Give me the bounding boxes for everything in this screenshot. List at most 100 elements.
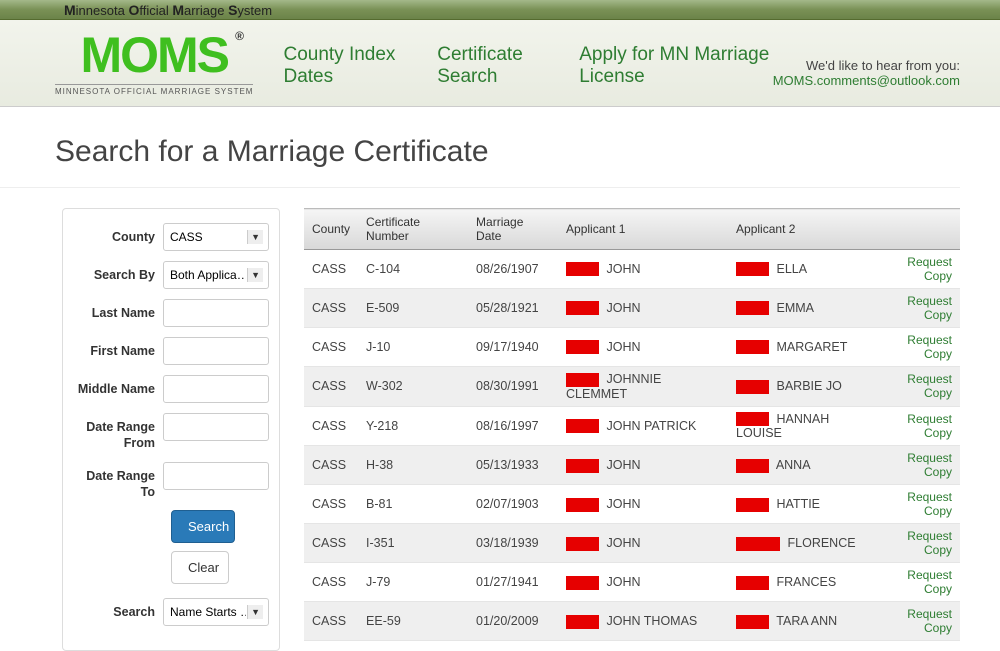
redaction-block <box>566 373 599 387</box>
cell-county: CASS <box>304 328 358 367</box>
request-copy-link[interactable]: Request Copy <box>907 451 952 479</box>
redaction-block <box>736 459 769 473</box>
request-copy-link[interactable]: Request Copy <box>907 412 952 440</box>
header: MOMS ® MINNESOTA OFFICIAL MARRIAGE SYSTE… <box>0 20 1000 107</box>
cell-certificate: H-38 <box>358 446 468 485</box>
cell-applicant1: JOHN <box>558 289 728 328</box>
redaction-block <box>566 301 599 315</box>
nav: County Index Dates Certificate Search Ap… <box>283 44 772 96</box>
cell-applicant2: MARGARET <box>728 328 880 367</box>
th-date[interactable]: Marriage Date <box>468 209 558 250</box>
dateto-input[interactable] <box>163 462 269 490</box>
nav-apply-license[interactable]: Apply for MN Marriage License <box>579 44 772 88</box>
redaction-block <box>736 301 769 315</box>
datefrom-input[interactable] <box>163 413 269 441</box>
cell-applicant1: JOHN <box>558 250 728 289</box>
request-copy-link[interactable]: Request Copy <box>907 372 952 400</box>
contact-email[interactable]: MOMS.comments@outlook.com <box>773 73 960 88</box>
cell-certificate: Y-218 <box>358 406 468 446</box>
searchby-select[interactable]: Both Applica… <box>163 261 269 289</box>
lastname-input[interactable] <box>163 299 269 327</box>
request-copy-link[interactable]: Request Copy <box>907 255 952 283</box>
searchmode-select[interactable]: Name Starts … <box>163 598 269 626</box>
cell-applicant2: FLORENCE <box>728 524 880 563</box>
table-row: CASSC-10408/26/1907 JOHN ELLARequest Cop… <box>304 250 960 289</box>
cell-county: CASS <box>304 406 358 446</box>
request-copy-link[interactable]: Request Copy <box>907 568 952 596</box>
cell-applicant1: JOHN <box>558 446 728 485</box>
cell-certificate: EE-59 <box>358 602 468 641</box>
cell-date: 05/28/1921 <box>468 289 558 328</box>
cell-county: CASS <box>304 563 358 602</box>
nav-certificate-search[interactable]: Certificate Search <box>437 44 549 88</box>
redaction-block <box>566 576 599 590</box>
top-bar: Minnesota Official Marriage System <box>0 0 1000 20</box>
request-copy-link[interactable]: Request Copy <box>907 490 952 518</box>
request-copy-link[interactable]: Request Copy <box>907 333 952 361</box>
cell-certificate: W-302 <box>358 367 468 407</box>
cell-applicant2: HATTIE <box>728 485 880 524</box>
cell-certificate: B-81 <box>358 485 468 524</box>
logo-subtitle: MINNESOTA OFFICIAL MARRIAGE SYSTEM <box>55 84 253 96</box>
cell-county: CASS <box>304 446 358 485</box>
logo[interactable]: MOMS ® MINNESOTA OFFICIAL MARRIAGE SYSTE… <box>55 30 253 96</box>
contact-block: We'd like to hear from you: MOMS.comment… <box>773 58 960 96</box>
request-copy-link[interactable]: Request Copy <box>907 529 952 557</box>
logo-text: MOMS ® <box>80 30 228 80</box>
table-row: CASSE-50905/28/1921 JOHN EMMA Request Cop… <box>304 289 960 328</box>
redaction-block <box>566 498 599 512</box>
results-table: County Certificate Number Marriage Date … <box>304 208 960 651</box>
cell-date: 09/17/1940 <box>468 328 558 367</box>
redaction-block <box>566 459 599 473</box>
th-applicant1[interactable]: Applicant 1 <box>558 209 728 250</box>
cell-county: CASS <box>304 524 358 563</box>
cell-applicant2: EMMA <box>728 289 880 328</box>
redaction-block <box>736 576 769 590</box>
cell-certificate: J-79 <box>358 563 468 602</box>
redaction-block <box>736 615 769 629</box>
cell-applicant1: JOHN PATRICK <box>558 406 728 446</box>
redaction-block <box>736 340 769 354</box>
cell-date: 02/07/1903 <box>468 485 558 524</box>
cell-date: 01/20/2009 <box>468 602 558 641</box>
th-certificate[interactable]: Certificate Number <box>358 209 468 250</box>
middlename-input[interactable] <box>163 375 269 403</box>
redaction-block <box>736 262 769 276</box>
redaction-block <box>736 537 780 551</box>
cell-date: 05/13/1933 <box>468 446 558 485</box>
cell-county: CASS <box>304 367 358 407</box>
search-button[interactable]: Search <box>171 510 235 543</box>
redaction-block <box>566 419 599 433</box>
request-copy-link[interactable]: Request Copy <box>907 294 952 322</box>
searchmode-label: Search <box>73 598 163 620</box>
firstname-label: First Name <box>73 337 163 359</box>
dateto-label: Date Range To <box>73 462 163 501</box>
cell-applicant2: HANNAH LOUISE <box>728 406 880 446</box>
county-label: County <box>73 223 163 245</box>
nav-county-index[interactable]: County Index Dates <box>283 44 407 88</box>
redaction-block <box>566 537 599 551</box>
county-select[interactable]: CASS <box>163 223 269 251</box>
cell-applicant1: JOHN <box>558 524 728 563</box>
table-row: CASSEE-5901/20/2009 JOHN THOMAS TARA ANN… <box>304 602 960 641</box>
cell-applicant1: JOHN <box>558 485 728 524</box>
cell-county: CASS <box>304 250 358 289</box>
th-county[interactable]: County <box>304 209 358 250</box>
redaction-block <box>566 262 599 276</box>
search-panel: County CASS Search By Both Applica… Last… <box>62 208 280 651</box>
firstname-input[interactable] <box>163 337 269 365</box>
cell-date: 08/16/1997 <box>468 406 558 446</box>
cell-certificate: C-104 <box>358 250 468 289</box>
table-row: CASSW-30208/30/1991 JOHNNIE CLEMMET BARB… <box>304 367 960 407</box>
redaction-block <box>736 498 769 512</box>
clear-button[interactable]: Clear <box>171 551 229 584</box>
cell-certificate: I-351 <box>358 524 468 563</box>
th-applicant2[interactable]: Applicant 2 <box>728 209 880 250</box>
cell-county: CASS <box>304 289 358 328</box>
table-row: CASSB-8102/07/1903 JOHN HATTIERequest Co… <box>304 485 960 524</box>
redaction-block <box>736 412 769 426</box>
table-row: CASSJ-7901/27/1941 JOHN FRANCESRequest C… <box>304 563 960 602</box>
request-copy-link[interactable]: Request Copy <box>907 607 952 635</box>
cell-certificate: E-509 <box>358 289 468 328</box>
cell-applicant2: TARA ANN <box>728 602 880 641</box>
